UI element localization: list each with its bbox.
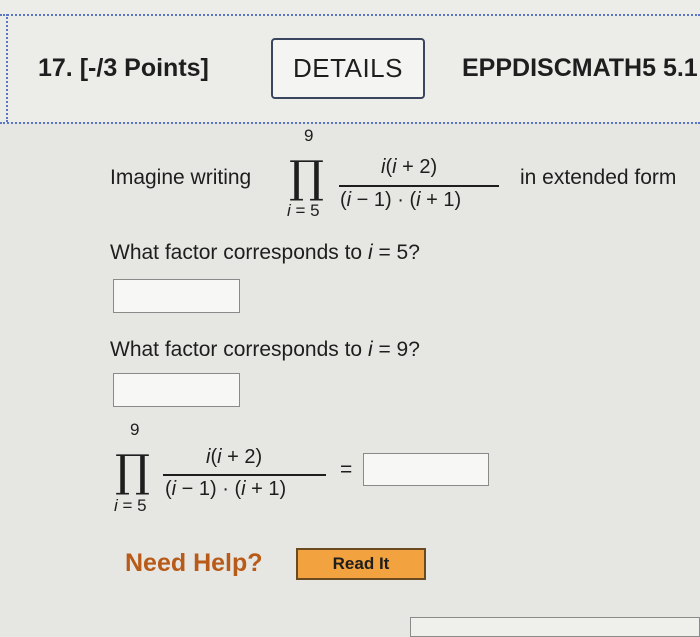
question-number: 17. [-/3 Points] [38, 54, 209, 83]
intro-text: Imagine writing [110, 166, 252, 189]
fraction2-numerator: i(i + 2) [206, 446, 263, 468]
header-bottom-border [0, 122, 700, 124]
header-left-border [6, 14, 8, 122]
equals-sign: = [340, 458, 353, 481]
points-text: [-/3 Points] [79, 54, 209, 82]
product-lower-limit: i = 5 [287, 201, 320, 220]
product-upper-limit: 9 [304, 126, 314, 145]
part2-prompt: What factor corresponds to i = 9? [110, 338, 420, 361]
next-section-box [410, 617, 700, 637]
details-button[interactable]: DETAILS [271, 38, 425, 99]
outro-text: in extended form [520, 166, 677, 189]
fraction-numerator: i(i + 2) [381, 156, 438, 178]
part1-prompt: What factor corresponds to i = 5? [110, 241, 420, 264]
need-help-label: Need Help? [125, 549, 263, 577]
fraction2-denominator: (i − 1) · (i + 1) [165, 478, 287, 500]
product-symbol: ∏ [289, 152, 325, 203]
details-label: DETAILS [293, 53, 403, 83]
read-it-label: Read It [332, 554, 390, 573]
product2-upper-limit: 9 [130, 420, 140, 439]
part1-answer-input[interactable] [113, 279, 240, 313]
read-it-button[interactable]: Read It [296, 548, 426, 580]
course-code: EPPDISCMATH5 5.1 [462, 54, 698, 82]
product2-lower-limit: i = 5 [114, 496, 147, 515]
product2-symbol: ∏ [115, 446, 151, 497]
question-number-text: 17. [38, 54, 73, 82]
header-top-border [0, 14, 700, 16]
fraction2-bar [163, 474, 326, 476]
fraction-bar [339, 185, 499, 187]
part2-answer-input[interactable] [113, 373, 240, 407]
fraction-denominator: (i − 1) · (i + 1) [340, 189, 462, 211]
product-answer-input[interactable] [363, 453, 489, 486]
